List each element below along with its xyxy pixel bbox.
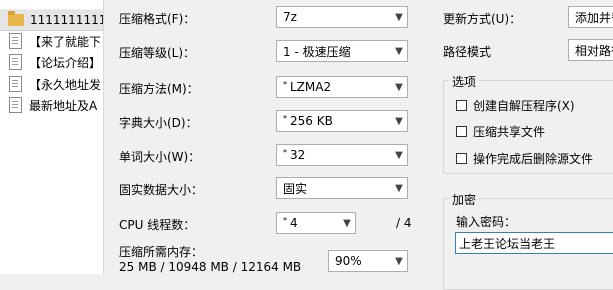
chevron-down-icon: ▼ bbox=[395, 81, 403, 93]
word-label: 单词大小(W)： bbox=[119, 150, 201, 164]
asterisk-icon: * bbox=[283, 147, 287, 157]
update-label: 更新方式(U)： bbox=[443, 12, 522, 26]
chevron-down-icon: ▼ bbox=[395, 182, 403, 194]
folder-icon bbox=[8, 11, 24, 26]
word-select[interactable]: * 32 ▼ bbox=[276, 144, 408, 166]
solid-label: 固实数据大小： bbox=[119, 183, 204, 197]
document-icon bbox=[9, 33, 22, 49]
level-label: 压缩等级(L)： bbox=[119, 46, 196, 60]
dict-value: 256 KB bbox=[290, 114, 333, 128]
sfx-option[interactable]: 创建自解压程序(X) bbox=[456, 97, 575, 114]
path-select[interactable]: 相对路径 bbox=[568, 39, 613, 61]
method-value: LZMA2 bbox=[290, 80, 332, 94]
document-icon bbox=[9, 97, 22, 113]
cpu-label: CPU 线程数： bbox=[119, 218, 196, 232]
file-list-item[interactable]: 最新地址及A bbox=[0, 95, 103, 115]
delete-option[interactable]: 操作完成后删除源文件 bbox=[456, 150, 593, 167]
file-list-item[interactable]: 【永久地址发 bbox=[0, 74, 103, 94]
asterisk-icon: * bbox=[283, 79, 287, 89]
format-select[interactable]: 7z ▼ bbox=[276, 6, 408, 28]
asterisk-icon: * bbox=[283, 215, 287, 225]
file-list-item[interactable]: 1111111111 bbox=[0, 9, 103, 31]
memory-label: 压缩所需内存： bbox=[119, 245, 204, 259]
memory-percent-value: 90% bbox=[335, 254, 362, 268]
file-list-item[interactable]: 【来了就能下 bbox=[0, 31, 103, 51]
password-label: 输入密码： bbox=[456, 215, 517, 229]
file-list-item[interactable]: 【论坛介绍】 bbox=[0, 52, 103, 72]
method-label: 压缩方法(M)： bbox=[119, 82, 199, 96]
file-label: 1111111111 bbox=[30, 13, 103, 27]
cpu-select[interactable]: * 4 ▼ bbox=[276, 212, 356, 234]
level-select[interactable]: 1 - 极速压缩 ▼ bbox=[276, 40, 408, 62]
update-select[interactable]: 添加并替换文件 bbox=[568, 6, 613, 28]
delete-checkbox[interactable] bbox=[456, 153, 467, 164]
format-label: 压缩格式(F)： bbox=[119, 12, 196, 26]
chevron-down-icon: ▼ bbox=[343, 217, 351, 229]
chevron-down-icon: ▼ bbox=[395, 45, 403, 57]
path-label: 路径模式 bbox=[443, 45, 492, 59]
encrypt-title: 加密 bbox=[449, 191, 480, 208]
file-label: 【论坛介绍】 bbox=[29, 55, 102, 70]
sfx-checkbox[interactable] bbox=[456, 100, 467, 111]
file-label: 【来了就能下 bbox=[29, 34, 102, 49]
password-input[interactable]: 上老王论坛当老王 bbox=[455, 232, 613, 254]
word-value: 32 bbox=[290, 148, 306, 162]
delete-option-label: 操作完成后删除源文件 bbox=[473, 152, 594, 166]
asterisk-icon: * bbox=[283, 113, 287, 123]
chevron-down-icon: ▼ bbox=[395, 115, 403, 127]
file-list: 1111111111 【来了就能下 【论坛介绍】 【永久地址发 最新地址及A bbox=[0, 0, 104, 274]
chevron-down-icon: ▼ bbox=[395, 11, 403, 23]
password-value: 上老王论坛当老王 bbox=[459, 236, 556, 251]
sfx-option-label: 创建自解压程序(X) bbox=[473, 99, 575, 113]
shared-option[interactable]: 压缩共享文件 bbox=[456, 123, 545, 140]
solid-value: 固实 bbox=[283, 181, 308, 196]
dict-label: 字典大小(D)： bbox=[119, 116, 198, 130]
cpu-total: / 4 bbox=[396, 216, 412, 230]
chevron-down-icon: ▼ bbox=[395, 255, 403, 267]
document-icon bbox=[9, 76, 22, 92]
path-value: 相对路径 bbox=[575, 43, 613, 58]
dict-select[interactable]: * 256 KB ▼ bbox=[276, 110, 408, 132]
shared-checkbox[interactable] bbox=[456, 126, 467, 137]
file-label: 最新地址及A bbox=[29, 98, 98, 113]
cpu-value: 4 bbox=[290, 216, 298, 230]
options-title: 选项 bbox=[449, 73, 480, 90]
shared-option-label: 压缩共享文件 bbox=[473, 125, 546, 139]
update-value: 添加并替换文件 bbox=[575, 10, 613, 25]
file-label: 【永久地址发 bbox=[29, 77, 102, 92]
method-select[interactable]: * LZMA2 ▼ bbox=[276, 76, 408, 98]
document-icon bbox=[9, 54, 22, 70]
format-value: 7z bbox=[283, 10, 297, 24]
memory-percent-select[interactable]: 90% ▼ bbox=[328, 250, 408, 272]
memory-value: 25 MB / 10948 MB / 12164 MB bbox=[119, 260, 302, 274]
level-value: 1 - 极速压缩 bbox=[283, 44, 351, 59]
chevron-down-icon: ▼ bbox=[395, 149, 403, 161]
solid-select[interactable]: 固实 ▼ bbox=[276, 177, 408, 199]
